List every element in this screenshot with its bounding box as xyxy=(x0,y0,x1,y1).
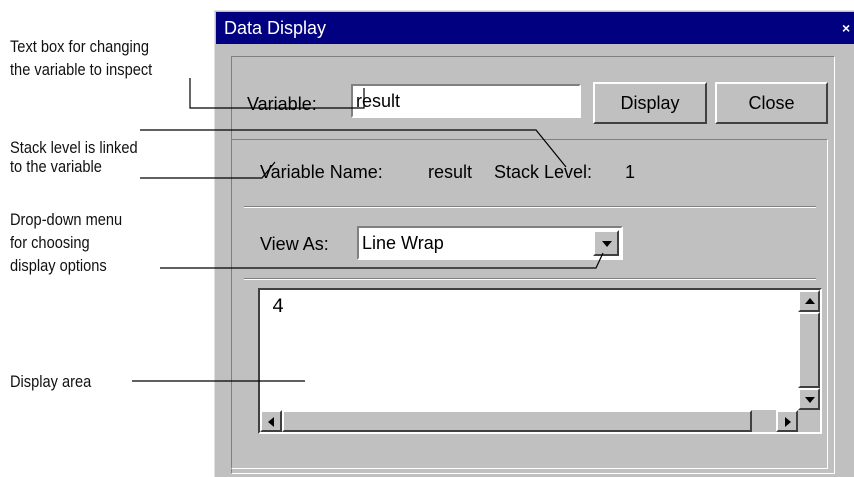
scroll-down-icon xyxy=(805,397,815,403)
close-icon[interactable]: × xyxy=(842,19,854,37)
callout-text-box-line-2: the variable to inspect xyxy=(10,60,153,79)
scroll-right-icon xyxy=(785,417,791,427)
view-as-label: View As: xyxy=(260,234,329,254)
separator-bottom xyxy=(244,278,816,280)
horizontal-scroll-thumb[interactable] xyxy=(282,410,752,432)
view-as-dropdown[interactable]: Line Wrap xyxy=(357,226,623,260)
scroll-left-button[interactable] xyxy=(260,410,282,432)
horizontal-scrollbar[interactable] xyxy=(260,410,798,432)
callout-drop-down-line-3: display options xyxy=(10,256,107,275)
display-area[interactable]: 4 xyxy=(258,288,822,434)
callout-text-box-line-1: Text box for changing xyxy=(10,37,149,56)
vertical-scroll-thumb[interactable] xyxy=(798,312,820,388)
callout-stack-level: Stack level is linked to the variable xyxy=(10,138,138,176)
dropdown-button[interactable] xyxy=(593,230,619,256)
close-button-label: Close xyxy=(748,93,795,113)
close-button[interactable]: Close xyxy=(715,82,828,124)
stack-level-label: Stack Level: xyxy=(494,162,593,182)
separator-top xyxy=(244,206,816,208)
scroll-up-icon xyxy=(805,298,815,304)
scroll-left-icon xyxy=(268,417,274,427)
scroll-down-button[interactable] xyxy=(798,388,820,410)
display-content: 4 xyxy=(272,296,285,319)
callout-drop-down-line-1: Drop-down menu xyxy=(10,210,123,229)
view-as-selected: Line Wrap xyxy=(362,233,444,253)
vertical-scrollbar[interactable] xyxy=(798,290,820,410)
callout-stack-level-line-2: to the variable xyxy=(10,157,102,176)
title-bar[interactable]: Data Display × xyxy=(216,12,854,44)
scrollbar-corner xyxy=(798,410,820,432)
variable-name-label: Variable Name: xyxy=(260,162,383,182)
display-button-label: Display xyxy=(620,93,680,113)
callout-text-box: Text box for changing the variable to in… xyxy=(10,35,152,81)
chevron-down-icon xyxy=(602,241,612,247)
callout-stack-level-line-1: Stack level is linked xyxy=(10,138,138,157)
stack-level-value: 1 xyxy=(625,162,636,182)
callout-drop-down: Drop-down menu for choosing display opti… xyxy=(10,208,122,277)
variable-input-value: result xyxy=(356,91,401,111)
scroll-up-button[interactable] xyxy=(798,290,820,312)
callout-display-area: Display area xyxy=(10,372,92,391)
variable-name-value: result xyxy=(428,162,473,182)
callout-drop-down-line-2: for choosing xyxy=(10,233,90,252)
scroll-right-button[interactable] xyxy=(776,410,798,432)
variable-input[interactable]: result xyxy=(351,84,581,118)
window-title: Data Display xyxy=(224,18,327,38)
variable-label: Variable: xyxy=(247,94,317,114)
display-button[interactable]: Display xyxy=(593,82,707,124)
